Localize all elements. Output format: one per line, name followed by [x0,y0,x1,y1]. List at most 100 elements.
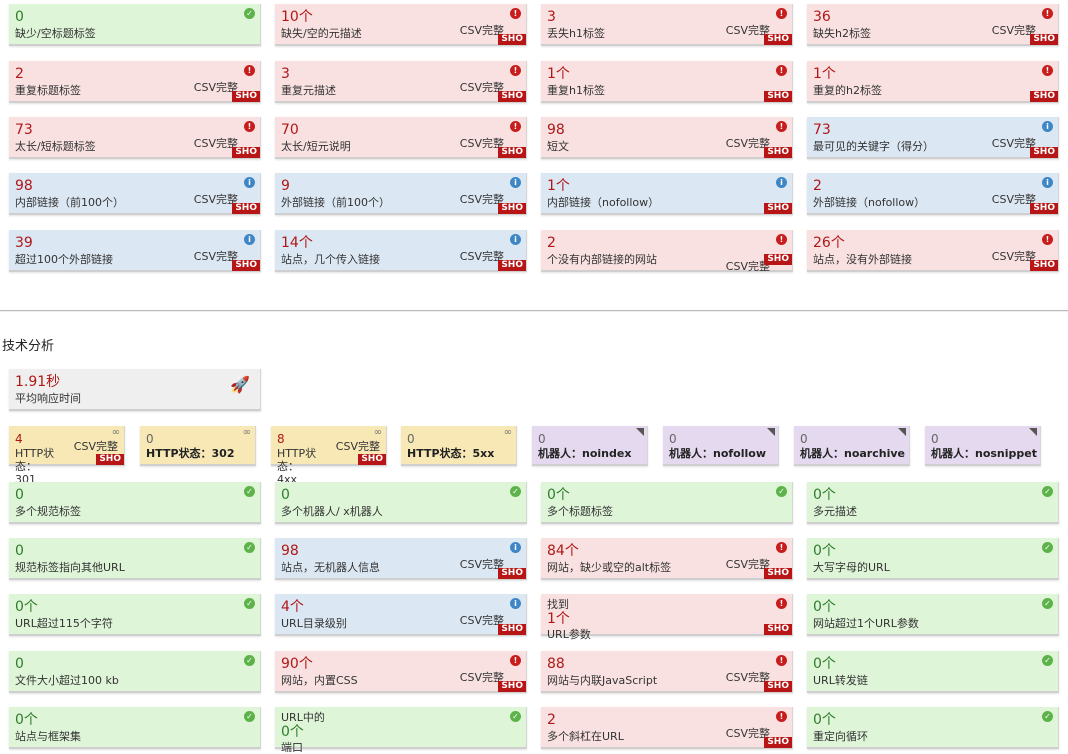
card-duplicate-title[interactable]: 2 重复标题标签 ! CSV完整 SHO [9,61,261,103]
card-missing-h2[interactable]: 36 缺失h2标签 ! CSV完整 SHO [807,4,1059,46]
show-button[interactable]: SHO [764,203,792,214]
show-button[interactable]: SHO [498,624,526,635]
show-button[interactable]: SHO [764,34,792,45]
show-button[interactable]: SHO [764,624,792,635]
card-title-length[interactable]: 73 太长/短标题标签 ! CSV完整 SHO [9,117,261,159]
show-button[interactable]: SHO [498,34,526,45]
card-url-directory-level[interactable]: 4个 URL目录级别 i CSV完整 SHO [275,594,527,636]
card-internal-nofollow[interactable]: 1个 内部链接（nofollow） i SHO [541,173,793,215]
show-button[interactable]: SHO [232,203,260,214]
card-no-robots-info[interactable]: 98 站点，无机器人信息 i CSV完整 SHO [275,538,527,580]
card-http-302[interactable]: 0 HTTP状态：302 ∞ [140,426,256,466]
card-missing-alt[interactable]: 84个 网站，缺少或空的alt标签 ! CSV完整 SHO [541,538,793,580]
show-button[interactable]: SHO [498,260,526,271]
card-multiple-slashes[interactable]: 2 多个斜杠在URL ! CSV完整 SHO [541,707,793,749]
show-button[interactable]: SHO [1030,147,1058,158]
card-url-over-115[interactable]: 0个 URL超过115个字符 ✓ [9,594,261,636]
card-multiple-title[interactable]: 0个 多个标题标签 ✓ [541,482,793,524]
card-no-external-links[interactable]: 26个 站点，没有外部链接 ! CSV完整 SHO [807,230,1059,272]
show-button[interactable]: SHO [764,147,792,158]
card-label: 多个机器人/ x机器人 [281,505,383,518]
show-button[interactable]: SHO [764,568,792,579]
card-value: 8 [277,432,285,446]
show-button[interactable]: SHO [498,568,526,579]
error-icon: ! [776,8,787,19]
show-button[interactable]: SHO [232,260,260,271]
check-icon: ✓ [1042,711,1053,722]
rocket-icon: 🚀 [230,375,250,394]
card-short-text[interactable]: 98 短文 ! CSV完整 SHO [541,117,793,159]
show-button[interactable]: SHO [764,254,792,265]
csv-export-link[interactable]: CSV完整 [74,438,118,454]
card-duplicate-h2[interactable]: 1个 重复的h2标签 ! SHO [807,61,1059,103]
card-url-redirect-chain[interactable]: 0个 URL转发链 ✓ [807,651,1059,693]
show-button[interactable]: SHO [1030,203,1058,214]
card-response-time[interactable]: 1.91秒 平均响应时间 🚀 [9,369,261,411]
card-value: 0个 [813,487,836,503]
card-uppercase-url[interactable]: 0个 大写字母的URL ✓ [807,538,1059,580]
csv-export-link[interactable]: CSV完整 [336,438,380,454]
card-url-parameters[interactable]: 找到 1个 URL参数 ! SHO [541,594,793,641]
card-label: 网站，内置CSS [281,674,358,687]
card-missing-h1[interactable]: 3 丢失h1标签 ! CSV完整 SHO [541,4,793,46]
show-button[interactable]: SHO [1030,260,1058,271]
card-label: 多元描述 [813,505,857,518]
show-button[interactable]: SHO [764,91,792,102]
card-inline-css[interactable]: 90个 网站，内置CSS ! CSV完整 SHO [275,651,527,693]
info-icon: i [1042,121,1053,132]
card-url-ports[interactable]: URL中的 0个 端口 ✓ [275,707,527,754]
card-multiple-robots[interactable]: 0 多个机器人/ x机器人 ✓ [275,482,527,524]
show-button[interactable]: SHO [358,454,386,465]
card-missing-title[interactable]: 0 缺少/空标题标签 ✓ [9,4,261,46]
card-label: 缺少/空标题标签 [15,27,96,40]
card-redirect-loop[interactable]: 0个 重定向循环 ✓ [807,707,1059,749]
card-multiple-canonical[interactable]: 0 多个规范标签 ✓ [9,482,261,524]
show-button[interactable]: SHO [498,147,526,158]
card-value: 4 [15,432,23,446]
check-icon: ✓ [1042,486,1053,497]
show-button[interactable]: SHO [764,737,792,748]
show-button[interactable]: SHO [1030,34,1058,45]
card-over-1-url-param[interactable]: 0个 网站超过1个URL参数 ✓ [807,594,1059,636]
info-icon: i [510,598,521,609]
card-missing-meta-desc[interactable]: 10个 缺失/空的元描述 ! CSV完整 SHO [275,4,527,46]
show-button[interactable]: SHO [498,681,526,692]
info-icon: i [244,234,255,245]
card-value: 98 [15,178,33,194]
card-external-links[interactable]: 9 外部链接（前100个） i CSV完整 SHO [275,173,527,215]
card-robots-nosnippet[interactable]: 0 机器人：nosnippet [925,426,1041,466]
card-file-size[interactable]: 0 文件大小超过100 kb ✓ [9,651,261,693]
show-button[interactable]: SHO [96,454,124,465]
card-label: 丢失h1标签 [547,27,605,40]
card-robots-noindex[interactable]: 0 机器人：noindex [532,426,648,466]
card-canonical-other-url[interactable]: 0 规范标签指向其他URL ✓ [9,538,261,580]
card-few-inbound-links[interactable]: 14个 站点，几个传入链接 i CSV完整 SHO [275,230,527,272]
card-meta-desc-length[interactable]: 70 太长/短元说明 ! CSV完整 SHO [275,117,527,159]
show-button[interactable]: SHO [764,681,792,692]
card-robots-noarchive[interactable]: 0 机器人：noarchive [794,426,910,466]
card-multiple-meta-desc[interactable]: 0个 多元描述 ✓ [807,482,1059,524]
card-http-5xx[interactable]: 0 HTTP状态：5xx ∞ [401,426,517,466]
card-value: 2 [547,712,556,728]
card-value: 0 [669,432,677,446]
card-value: 26个 [813,235,845,251]
card-http-301[interactable]: 4 HTTP状态：301 ∞ CSV完整 SHO [9,426,125,486]
card-robots-nofollow[interactable]: 0 机器人：nofollow [663,426,779,466]
show-button[interactable]: SHO [1030,91,1058,102]
show-button[interactable]: SHO [498,91,526,102]
check-icon: ✓ [244,486,255,497]
card-top-keywords[interactable]: 73 最可见的关键字（得分） i CSV完整 SHO [807,117,1059,159]
show-button[interactable]: SHO [232,147,260,158]
card-duplicate-h1[interactable]: 1个 重复h1标签 ! SHO [541,61,793,103]
card-duplicate-meta-desc[interactable]: 3 重复元描述 ! CSV完整 SHO [275,61,527,103]
card-internal-links[interactable]: 98 内部链接（前100个） i CSV完整 SHO [9,173,261,215]
card-over-100-external[interactable]: 39 超过100个外部链接 i CSV完整 SHO [9,230,261,272]
show-button[interactable]: SHO [498,203,526,214]
card-framesets[interactable]: 0个 站点与框架集 ✓ [9,707,261,749]
card-http-4xx[interactable]: 8 HTTP状态：4xx ∞ CSV完整 SHO [271,426,387,486]
show-button[interactable]: SHO [232,91,260,102]
card-no-internal-links[interactable]: 2 个没有内部链接的网站 ! CSV完整 SHO [541,230,793,273]
card-external-nofollow[interactable]: 2 外部链接（nofollow） i CSV完整 SHO [807,173,1059,215]
card-inline-js[interactable]: 88 网站与内联JavaScript ! CSV完整 SHO [541,651,793,693]
check-icon: ✓ [244,542,255,553]
